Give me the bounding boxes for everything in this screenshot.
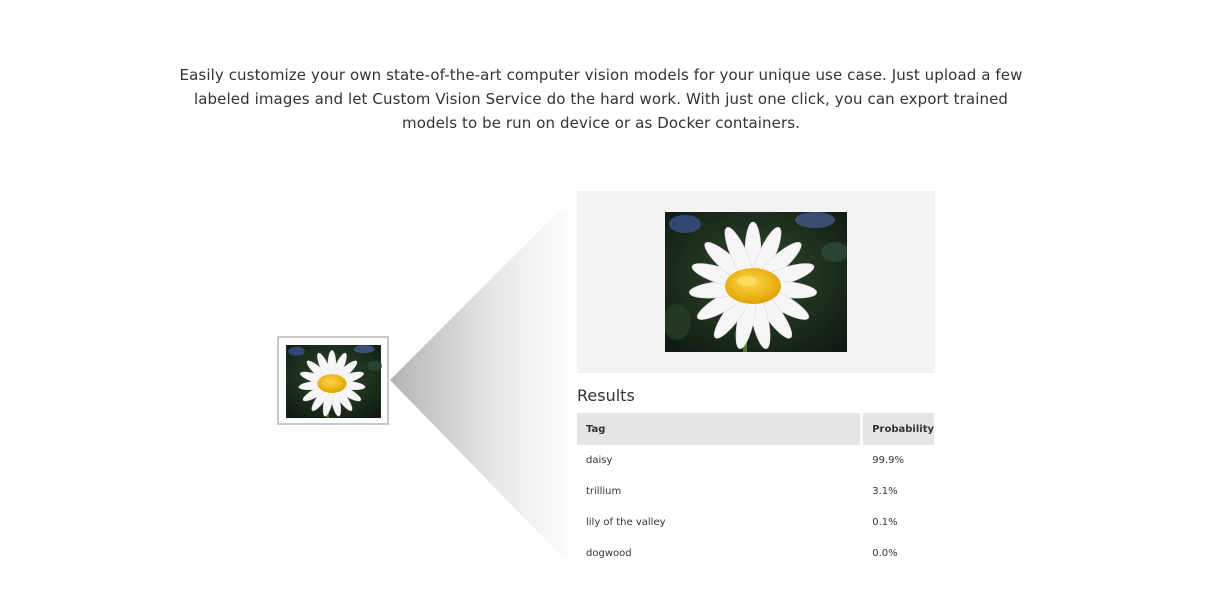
tag-column-header: Tag <box>577 413 864 445</box>
probability-column-header: Probability <box>863 413 934 445</box>
custom-vision-section: Easily customize your own state-of-the-a… <box>0 0 1219 607</box>
probability-cell: 0.1% <box>872 517 898 528</box>
table-row: lily of the valley 0.1% <box>577 507 934 538</box>
tag-cell: trillium <box>586 486 622 497</box>
table-row: dogwood 0.0% <box>577 538 934 569</box>
tag-cell: dogwood <box>586 548 632 559</box>
daisy-photo-icon <box>665 212 847 352</box>
results-table: Tag Probability daisy 99.9% trillium 3.1… <box>577 413 934 569</box>
table-row: daisy 99.9% <box>577 445 934 476</box>
probability-cell: 99.9% <box>872 455 904 466</box>
results-title: Results <box>577 386 635 405</box>
daisy-preview-image <box>665 212 847 352</box>
thumbnail-frame <box>277 336 389 425</box>
preview-panel <box>577 191 935 373</box>
intro-paragraph: Easily customize your own state-of-the-a… <box>179 66 1023 132</box>
zoom-cone-graphic <box>390 210 577 560</box>
tag-cell: lily of the valley <box>586 517 666 528</box>
results-header-row: Tag Probability <box>577 413 934 445</box>
probability-cell: 0.0% <box>872 548 898 559</box>
daisy-thumbnail-image <box>285 345 382 418</box>
probability-cell: 3.1% <box>872 486 898 497</box>
tag-cell: daisy <box>586 455 613 466</box>
table-row: trillium 3.1% <box>577 476 934 507</box>
daisy-photo-icon <box>286 345 382 418</box>
